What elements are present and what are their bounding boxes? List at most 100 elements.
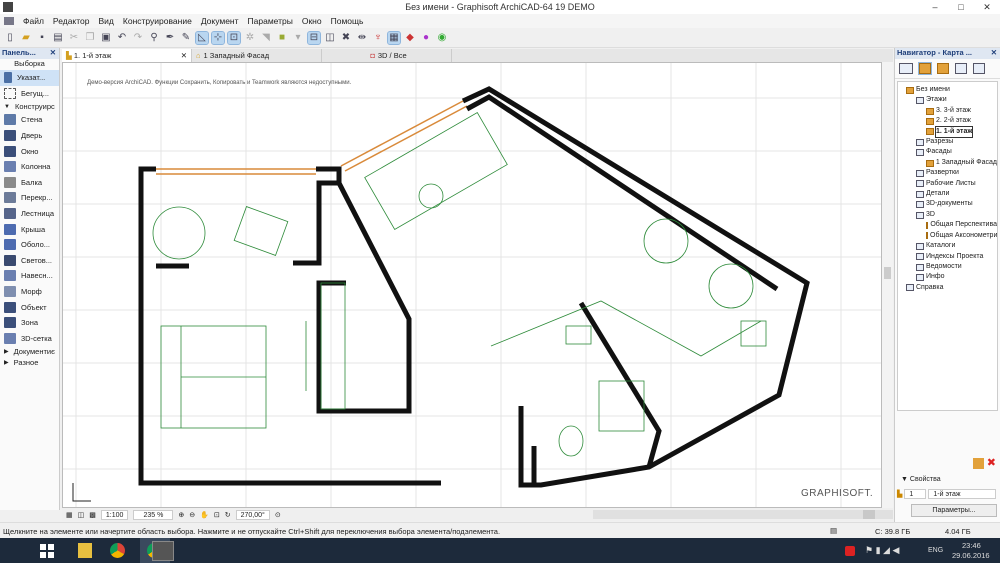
publisher-icon[interactable] — [973, 63, 985, 74]
close-button[interactable]: ✕ — [974, 0, 1000, 14]
orientation-icon[interactable]: ⊙ — [275, 511, 281, 519]
tool-14[interactable]: 3D-сетка — [0, 331, 59, 347]
tab-floor-1[interactable]: ▙ 1. 1-й этаж ✕ — [62, 49, 192, 62]
scroll-thumb[interactable] — [863, 510, 875, 519]
app-menu-icon[interactable] — [4, 17, 14, 25]
menu-window[interactable]: Окно — [302, 16, 322, 26]
tab-3d[interactable]: ◘ 3D / Все — [322, 49, 452, 62]
grid-snap-icon[interactable]: ⊡ — [227, 30, 241, 45]
navigator-close-button[interactable]: ✕ — [991, 48, 997, 59]
project-map-icon[interactable] — [918, 62, 932, 75]
gravity-icon[interactable]: ✲ — [244, 32, 256, 44]
tool-4[interactable]: Балка — [0, 175, 59, 191]
tool-11[interactable]: Морф — [0, 284, 59, 300]
menu-file[interactable]: Файл — [23, 16, 44, 26]
tool-10[interactable]: Навесн... — [0, 268, 59, 284]
snap-guides-icon[interactable]: ⊹ — [211, 30, 225, 45]
tree-item[interactable]: Инфо — [906, 272, 997, 282]
new-file-icon[interactable]: ▯ — [4, 32, 16, 44]
parameters-button[interactable]: Параметры... — [911, 504, 997, 517]
tool-0[interactable]: Стена — [0, 112, 59, 128]
tree-item[interactable]: Рабочие Листы — [906, 179, 997, 189]
bim-icon[interactable]: ◉ — [436, 32, 448, 44]
save-icon[interactable]: ▪ — [36, 32, 48, 44]
teamwork-icon[interactable]: ● — [420, 32, 432, 44]
tool-6[interactable]: Лестница — [0, 206, 59, 222]
tree-item[interactable]: 3. 3-й этаж — [906, 106, 997, 116]
syringe-icon[interactable]: ✎ — [180, 32, 192, 44]
pen-icon[interactable]: ▾ — [292, 32, 304, 44]
layout-book-icon[interactable] — [955, 63, 967, 74]
maximize-button[interactable]: □ — [948, 0, 974, 14]
tree-item[interactable]: Без имени — [906, 85, 997, 95]
menu-view[interactable]: Вид — [99, 16, 114, 26]
undo-icon[interactable]: ↶ — [116, 32, 128, 44]
design-group-toggle[interactable]: ▼ Конструирс — [0, 101, 59, 112]
fit-icon[interactable]: ⊡ — [214, 511, 220, 519]
zoom-out-icon[interactable]: ⊖ — [189, 511, 195, 519]
tray-icons[interactable]: ⚑ ▮ ◢ ◀ — [865, 545, 899, 556]
tool-7[interactable]: Крыша — [0, 221, 59, 237]
tool-9[interactable]: Светов... — [0, 253, 59, 269]
antivirus-tray-icon[interactable] — [845, 546, 855, 556]
toolbox-close-button[interactable]: ✕ — [50, 48, 56, 59]
find-select-icon[interactable]: ⚲ — [148, 32, 160, 44]
menu-document[interactable]: Документ — [201, 16, 239, 26]
slab-icon[interactable]: ◥ — [260, 32, 272, 44]
tool-2[interactable]: Окно — [0, 143, 59, 159]
cross-icon[interactable]: ✖ — [340, 32, 352, 44]
zoom-field[interactable]: 235 % — [133, 509, 174, 520]
trace-icon[interactable]: ⇹ — [356, 32, 368, 44]
tool-8[interactable]: Оболо... — [0, 237, 59, 253]
tree-item[interactable]: Индексы Проекта — [906, 252, 997, 262]
view-icon[interactable]: ◫ — [78, 511, 85, 519]
tree-item[interactable]: 3D — [906, 210, 997, 220]
menu-options[interactable]: Параметры — [248, 16, 293, 26]
tree-item[interactable]: Развертки — [906, 168, 997, 178]
menu-design[interactable]: Конструирование — [123, 16, 192, 26]
tree-item[interactable]: Фасады — [906, 147, 997, 157]
print-icon[interactable]: ▤ — [52, 32, 64, 44]
tool-13[interactable]: Зона — [0, 315, 59, 331]
properties-header[interactable]: ▼ Свойства — [901, 476, 941, 483]
angle-field[interactable]: 270,00° — [235, 509, 270, 520]
tree-item[interactable]: 1 Западный Фасад — [906, 158, 997, 168]
navigator-switch-icon[interactable] — [899, 63, 913, 74]
section-icon[interactable]: ◫ — [324, 32, 336, 44]
file-explorer-icon[interactable] — [78, 543, 92, 558]
start-button[interactable] — [40, 544, 54, 558]
tree-item[interactable]: Каталоги — [906, 241, 997, 251]
menu-help[interactable]: Помощь — [331, 16, 364, 26]
tree-item[interactable]: Ведомости — [906, 262, 997, 272]
guide-lines-icon[interactable]: ◺ — [195, 30, 209, 45]
pan-icon[interactable]: ✋ — [200, 511, 209, 519]
tool-1[interactable]: Дверь — [0, 128, 59, 144]
grid-view-icon[interactable]: ▦ — [387, 30, 401, 45]
chrome-icon[interactable] — [110, 543, 125, 558]
delete-icon[interactable]: ✖ — [987, 458, 996, 469]
open-file-icon[interactable]: ▰ — [20, 32, 32, 44]
document-group-toggle[interactable]: ▶ Документиє — [0, 346, 59, 357]
story-name-field[interactable]: 1-й этаж — [928, 489, 997, 499]
scale-field[interactable]: 1:100 — [100, 509, 129, 520]
menu-edit[interactable]: Редактор — [53, 16, 90, 26]
tree-item[interactable]: 2. 2-й этаж — [906, 116, 997, 126]
tab-west-elevation[interactable]: ⌂ 1 Западный Фасад — [192, 49, 322, 62]
tree-item[interactable]: 3D-документы — [906, 199, 997, 209]
view-map-icon[interactable] — [937, 63, 949, 74]
scroll-thumb[interactable] — [884, 267, 891, 279]
zoom-in-icon[interactable]: ⊕ — [178, 511, 184, 519]
minimize-button[interactable]: – — [922, 0, 948, 14]
tree-item[interactable]: Разрезы — [906, 137, 997, 147]
pen-set-icon[interactable]: ▩ — [89, 511, 96, 519]
redo-icon[interactable]: ↷ — [132, 32, 144, 44]
tree-item[interactable]: Общая Аксонометрия — [906, 231, 997, 241]
tool-marquee[interactable]: Бегущ... — [0, 86, 59, 102]
clock-time[interactable]: 23:46 — [962, 541, 981, 550]
cut-icon[interactable]: ✂ — [68, 32, 80, 44]
marker-icon[interactable]: ♆ — [372, 32, 384, 44]
clock-date[interactable]: 29.06.2016 — [952, 551, 990, 560]
rotate-icon[interactable]: ↻ — [225, 511, 231, 519]
tool-12[interactable]: Объект — [0, 299, 59, 315]
tab-close-button[interactable]: ✕ — [181, 51, 187, 60]
